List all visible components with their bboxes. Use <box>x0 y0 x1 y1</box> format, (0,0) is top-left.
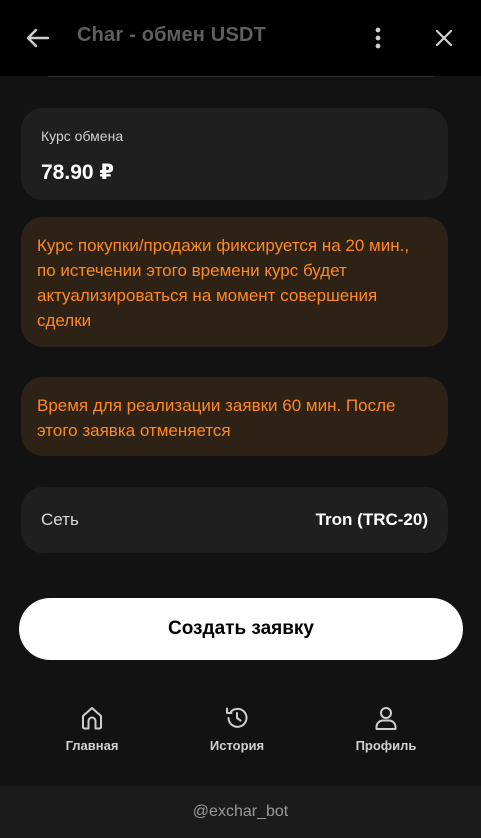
exchange-rate-card: Курс обмена 78.90 ₽ <box>21 108 448 200</box>
divider <box>48 76 433 77</box>
nav-item-profile[interactable]: Профиль <box>326 704 446 764</box>
nav-item-history[interactable]: История <box>177 704 297 764</box>
exchange-rate-value: 78.90 ₽ <box>41 161 114 184</box>
network-value: Tron (TRC-20) <box>315 510 428 529</box>
user-icon <box>375 707 397 730</box>
rate-fix-notice-text: Курс покупки/продажи фиксируется на 20 м… <box>37 236 410 330</box>
nav-label-history: История <box>209 738 265 753</box>
order-time-notice-text: Время для реализации заявки 60 мин. Посл… <box>37 396 396 440</box>
page-title: Char - обмен USDT <box>77 24 267 46</box>
dots-vertical-icon <box>375 27 381 49</box>
bot-username: @exchar_bot <box>192 803 289 820</box>
history-icon <box>226 707 248 728</box>
arrow-left-icon <box>26 28 50 48</box>
app-window: Char - обмен USDT Курс обмена 78.90 ₽ Ку… <box>0 0 481 838</box>
menu-button[interactable] <box>364 22 392 54</box>
close-icon <box>435 29 453 47</box>
nav-item-home[interactable]: Главная <box>32 704 152 764</box>
close-button[interactable] <box>428 22 460 54</box>
exchange-rate-label: Курс обмена <box>41 128 124 144</box>
footer: @exchar_bot <box>0 786 481 838</box>
bottom-nav: Главная История Профиль <box>0 692 481 786</box>
nav-label-home: Главная <box>65 738 119 753</box>
header: Char - обмен USDT <box>0 0 481 76</box>
back-button[interactable] <box>22 22 54 54</box>
create-order-button[interactable]: Создать заявку <box>19 598 463 660</box>
network-label: Сеть <box>41 510 79 529</box>
order-time-notice: Время для реализации заявки 60 мин. Посл… <box>21 377 448 456</box>
home-icon <box>82 707 102 730</box>
main-content[interactable]: Курс обмена 78.90 ₽ Курс покупки/продажи… <box>0 76 481 786</box>
rate-fix-notice: Курс покупки/продажи фиксируется на 20 м… <box>21 217 448 347</box>
network-selector[interactable]: Сеть Tron (TRC-20) <box>21 487 448 553</box>
nav-label-profile: Профиль <box>355 738 417 753</box>
